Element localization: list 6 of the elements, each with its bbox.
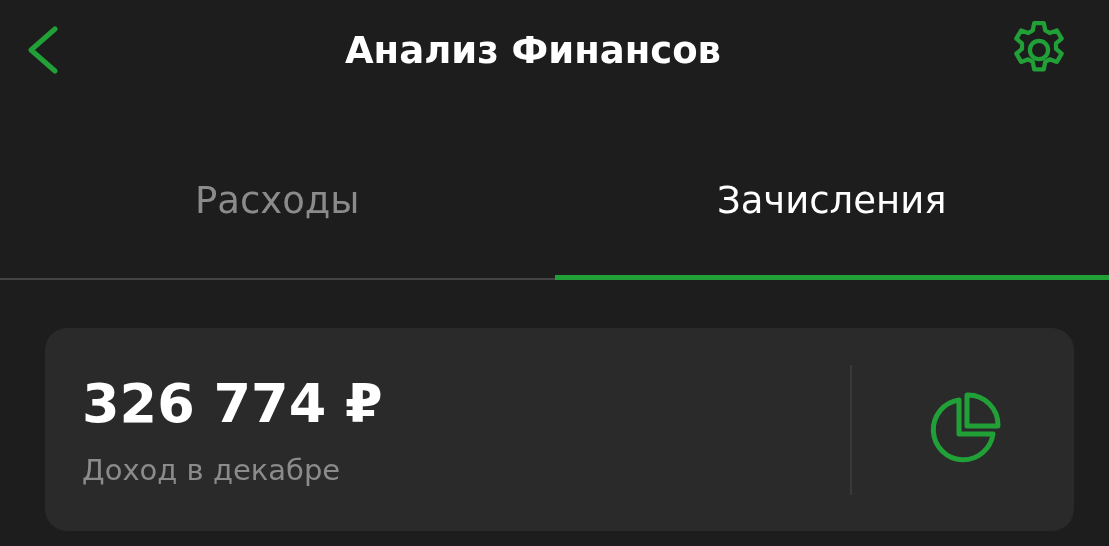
tab[interactable]: Зачисления: [554, 150, 1109, 280]
back-icon[interactable]: [25, 26, 61, 74]
income-caption: Доход в декабре: [82, 453, 342, 487]
tab[interactable]: Расходы: [0, 150, 555, 280]
income-amount: 326 774 ₽: [82, 372, 384, 435]
screen-title: Анализ Финансов: [344, 28, 722, 72]
